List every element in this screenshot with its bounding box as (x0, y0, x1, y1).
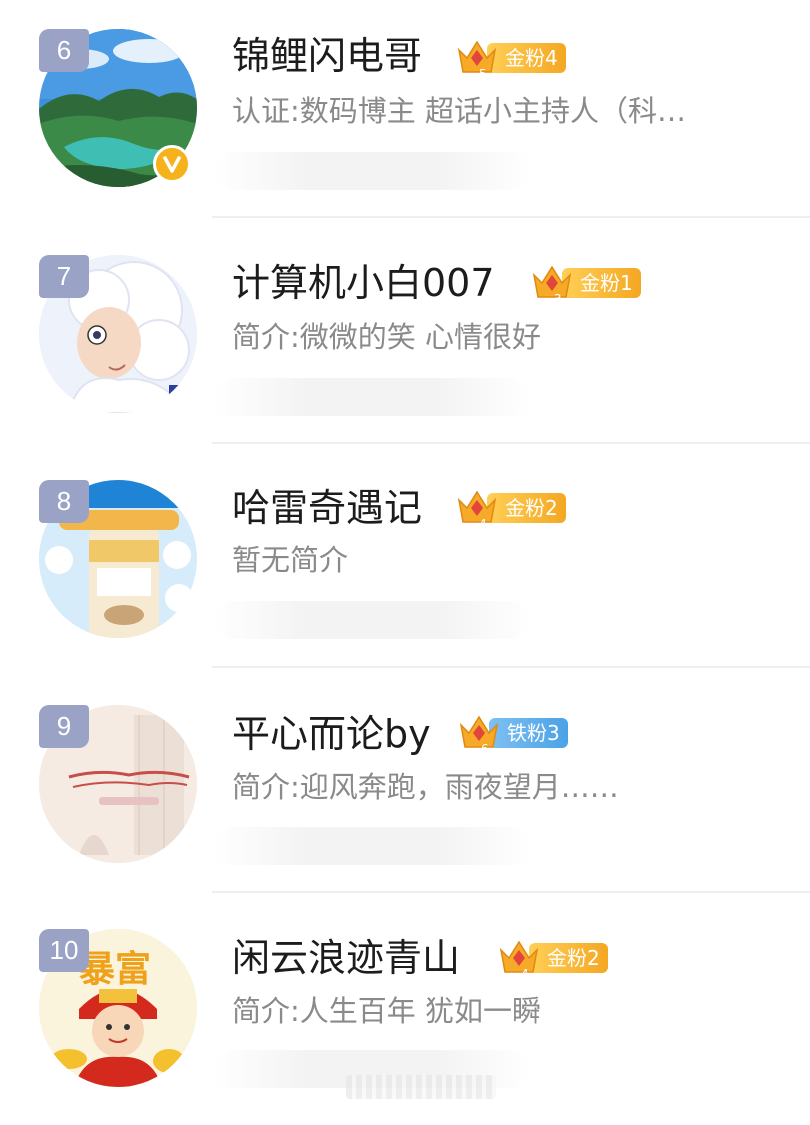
svg-text:暴富: 暴富 (79, 948, 151, 990)
crown-icon: 4 (453, 484, 501, 532)
svg-text:4: 4 (479, 517, 487, 531)
faded-detail (212, 152, 532, 190)
crown-icon: 6 (455, 709, 503, 757)
user-description: 认证:数码博主 超话小主持人（科… (232, 94, 686, 128)
svg-text:4: 4 (521, 967, 529, 981)
faded-detail (212, 601, 532, 639)
list-item[interactable]: 7 计算机小白007 3 金粉1 简介:微微的笑 心情很好 (0, 225, 810, 450)
user-name[interactable]: 哈雷奇遇记 (232, 486, 422, 530)
rank-badge: 7 (39, 255, 89, 298)
divider (212, 891, 810, 893)
user-name[interactable]: 计算机小白007 (232, 261, 495, 305)
watermark (346, 1075, 496, 1099)
user-name[interactable]: 闲云浪迹青山 (232, 936, 460, 980)
divider (212, 442, 810, 444)
fan-badge[interactable]: 4 金粉2 (495, 940, 608, 981)
faded-detail (212, 827, 532, 865)
crown-icon: 5 (453, 34, 501, 82)
user-description: 暂无简介 (232, 543, 349, 577)
user-name[interactable]: 平心而论by (232, 712, 431, 756)
fan-badge[interactable]: 6 铁粉3 (455, 715, 568, 756)
divider (212, 666, 810, 668)
fan-badge[interactable]: 3 金粉1 (528, 265, 641, 306)
user-description: 简介:迎风奔跑，雨夜望月…… (232, 770, 619, 804)
verified-icon (153, 145, 191, 183)
user-description: 简介:人生百年 犹如一瞬 (232, 994, 541, 1028)
divider (212, 216, 810, 218)
list-item[interactable]: 6 锦鲤闪电哥 5 金粉4 认证:数码博主 超话小主持人（科… (0, 0, 810, 225)
user-name[interactable]: 锦鲤闪电哥 (232, 34, 422, 78)
rank-badge: 6 (39, 29, 89, 72)
fan-ranking-list: 6 锦鲤闪电哥 5 金粉4 认证:数码博主 超话小主持人（科… 7 计算机小白0… (0, 0, 810, 1111)
user-description: 简介:微微的笑 心情很好 (232, 320, 541, 354)
svg-text:6: 6 (481, 742, 489, 756)
faded-detail (212, 378, 532, 416)
rank-badge: 10 (39, 929, 89, 972)
rank-badge: 8 (39, 480, 89, 523)
crown-icon: 3 (528, 259, 576, 307)
fan-badge[interactable]: 4 金粉2 (453, 490, 566, 531)
list-item[interactable]: 8 哈雷奇遇记 4 金粉2 暂无简介 (0, 450, 810, 675)
crown-icon: 4 (495, 934, 543, 982)
fan-badge[interactable]: 5 金粉4 (453, 40, 566, 81)
svg-text:5: 5 (479, 67, 487, 81)
rank-badge: 9 (39, 705, 89, 748)
svg-text:3: 3 (554, 292, 562, 306)
list-item[interactable]: 9 平心而论by 6 铁粉3 简介:迎风奔跑，雨夜望月…… (0, 675, 810, 900)
